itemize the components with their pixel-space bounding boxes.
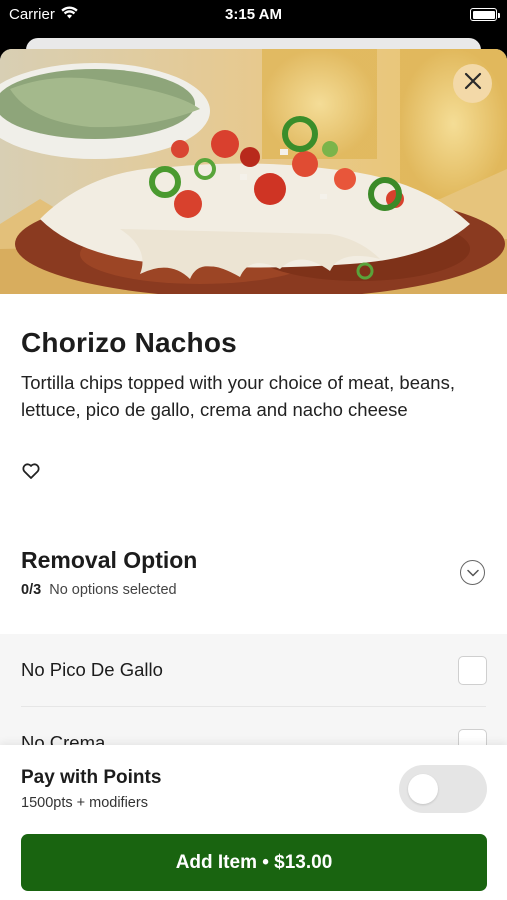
toggle-knob [408, 774, 438, 804]
close-icon [464, 72, 482, 95]
order-footer: Pay with Points 1500pts + modifiers Add … [0, 745, 507, 900]
chevron-down-icon [466, 564, 479, 582]
removal-section-title: Removal Option [21, 547, 198, 573]
status-time: 3:15 AM [225, 6, 282, 23]
close-button[interactable] [453, 64, 492, 103]
item-detail-sheet: Chorizo Nachos Tortilla chips topped wit… [0, 49, 507, 900]
collapse-section-button[interactable] [460, 560, 485, 585]
option-row[interactable]: No Pico De Gallo [0, 634, 507, 707]
item-description: Tortilla chips topped with your choice o… [21, 372, 455, 420]
removal-section-status: 0/3 No options selected [21, 582, 177, 598]
battery-icon [470, 8, 500, 21]
option-label: No Pico De Gallo [21, 659, 163, 680]
heart-icon[interactable] [21, 461, 41, 481]
selection-count: 0/3 [21, 582, 42, 598]
pay-with-points-title: Pay with Points [21, 767, 162, 788]
status-bar: Carrier 3:15 AM [0, 0, 507, 30]
item-title: Chorizo Nachos [21, 327, 237, 358]
pay-with-points-subtitle: 1500pts + modifiers [21, 795, 148, 811]
option-checkbox[interactable] [458, 656, 487, 685]
food-photo [0, 49, 507, 294]
pay-with-points-toggle[interactable] [399, 765, 487, 813]
selection-status-text: No options selected [49, 582, 177, 598]
add-item-button[interactable]: Add Item • $13.00 [21, 834, 487, 891]
